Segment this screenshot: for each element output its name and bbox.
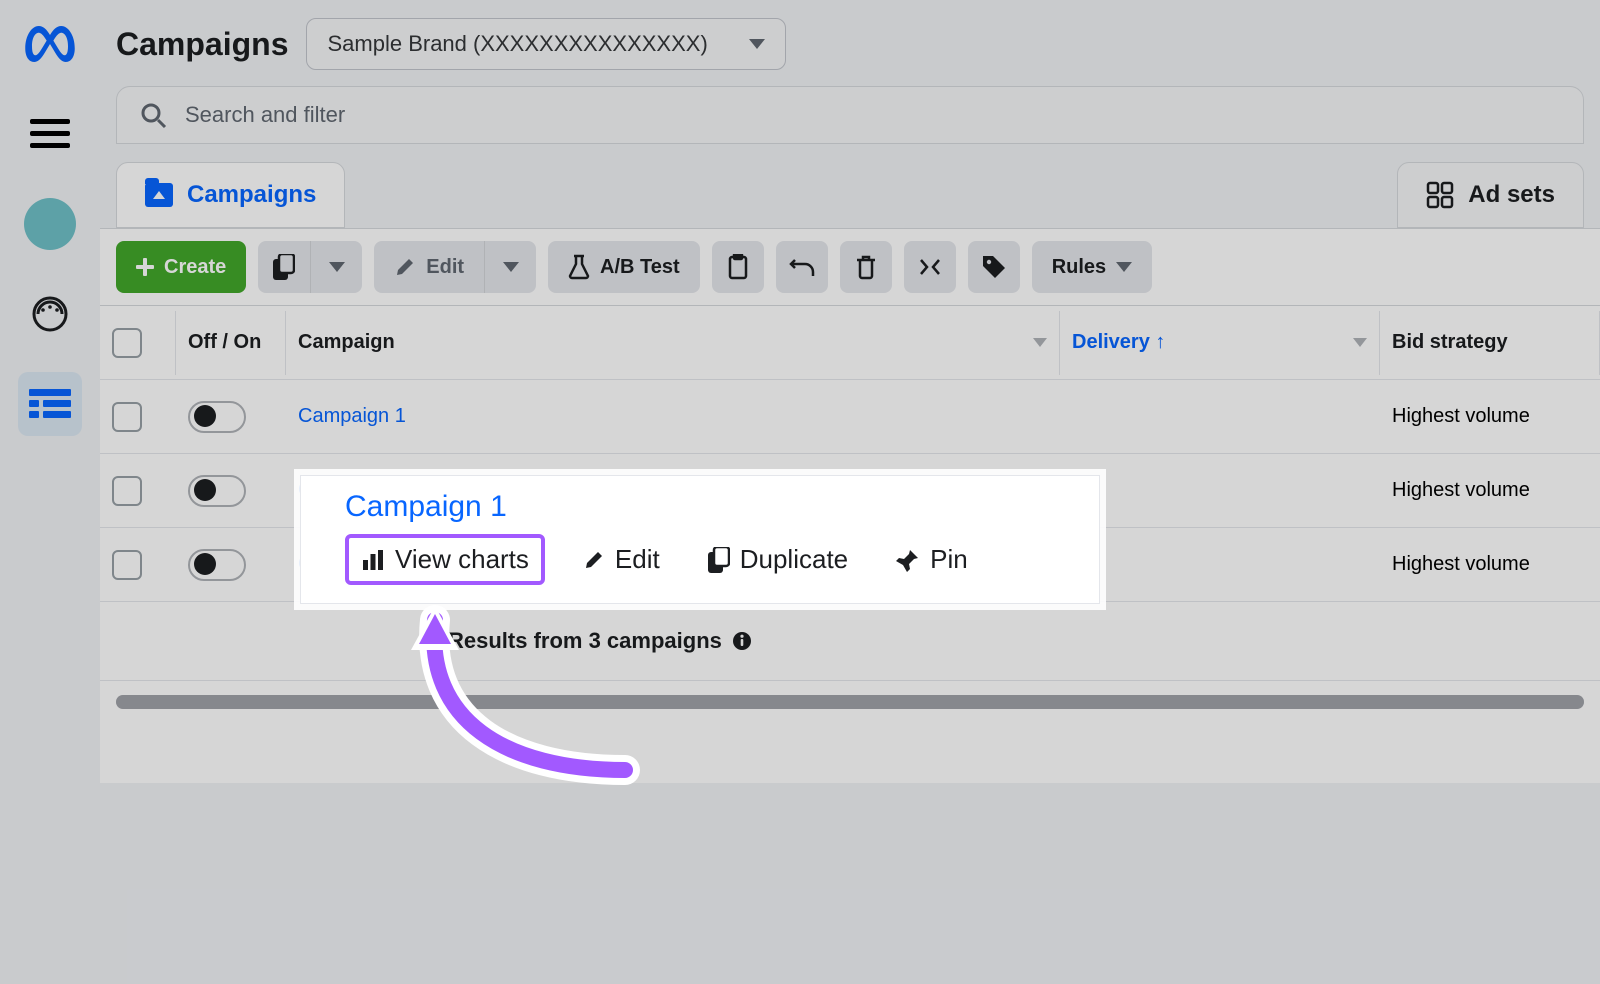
clipboard-icon: [728, 254, 748, 280]
ad-account-picker-label: Sample Brand (XXXXXXXXXXXXXXX): [327, 31, 707, 57]
search-icon: [139, 101, 167, 129]
rules-button-label: Rules: [1052, 256, 1106, 279]
abtest-button-label: A/B Test: [600, 256, 680, 279]
export-icon: [917, 256, 943, 278]
horizontal-scrollbar[interactable]: [116, 695, 1584, 709]
bar-chart-icon: [361, 548, 385, 572]
toggle[interactable]: [188, 549, 246, 581]
duplicate-action[interactable]: Duplicate: [698, 540, 858, 579]
edit-dropdown[interactable]: [484, 241, 536, 293]
col-bid-strategy[interactable]: Bid strategy: [1380, 311, 1600, 375]
toolbar: Create Edit A/B Test: [100, 228, 1600, 305]
bid-cell: Highest volume: [1380, 479, 1600, 502]
duplicate-button[interactable]: [258, 241, 310, 293]
tab-adsets-label: Ad sets: [1468, 181, 1555, 209]
grid-icon: [1426, 181, 1454, 209]
flask-icon: [568, 254, 590, 280]
row-checkbox[interactable]: [112, 550, 142, 580]
pencil-icon: [394, 256, 416, 278]
edit-button-label: Edit: [426, 256, 464, 279]
header-row: Campaigns Sample Brand (XXXXXXXXXXXXXXX): [100, 0, 1600, 76]
avatar[interactable]: [18, 192, 82, 256]
create-button[interactable]: Create: [116, 241, 246, 293]
ad-account-picker[interactable]: Sample Brand (XXXXXXXXXXXXXXX): [306, 18, 786, 70]
gauge-icon[interactable]: [18, 282, 82, 346]
page-title: Campaigns: [116, 26, 288, 63]
undo-icon: [789, 256, 815, 278]
left-rail: [0, 0, 100, 984]
tag-icon: [981, 254, 1007, 280]
tab-adsets[interactable]: Ad sets: [1397, 162, 1584, 228]
campaign-name-link[interactable]: Campaign 1: [298, 405, 406, 428]
summary-row: Results from 3 campaigns: [100, 602, 1600, 681]
col-off-on[interactable]: Off / On: [176, 311, 286, 375]
chevron-down-icon: [1116, 262, 1132, 272]
chevron-down-icon: [503, 262, 519, 272]
edit-button[interactable]: Edit: [374, 241, 484, 293]
pin-action[interactable]: Pin: [886, 540, 978, 579]
folder-icon: [145, 183, 173, 207]
tabs-row: Campaigns Ad sets: [100, 144, 1600, 228]
row-hover-actions: Campaign 1 View charts Edit Duplicate Pi…: [300, 475, 1100, 604]
create-button-label: Create: [164, 256, 226, 279]
ads-manager-table-icon[interactable]: [18, 372, 82, 436]
tab-campaigns[interactable]: Campaigns: [116, 162, 345, 228]
chevron-down-icon: [329, 262, 345, 272]
toggle[interactable]: [188, 475, 246, 507]
bid-cell: Highest volume: [1380, 405, 1600, 428]
toggle[interactable]: [188, 401, 246, 433]
trash-icon: [855, 254, 877, 280]
delete-button[interactable]: [840, 241, 892, 293]
col-delivery[interactable]: Delivery: [1060, 311, 1380, 375]
row-checkbox[interactable]: [112, 402, 142, 432]
duplicate-dropdown[interactable]: [310, 241, 362, 293]
pin-icon: [896, 548, 920, 572]
copy-icon: [708, 547, 730, 573]
table-header: Off / On Campaign Delivery Bid strategy: [100, 306, 1600, 380]
bid-cell: Highest volume: [1380, 553, 1600, 576]
table-row: Campaign 1 Highest volume: [100, 380, 1600, 454]
delivery-cell: Off: [1060, 479, 1380, 502]
undo-button[interactable]: [776, 241, 828, 293]
clipboard-button[interactable]: [712, 241, 764, 293]
copy-icon: [273, 254, 295, 280]
search-bar[interactable]: [116, 86, 1584, 144]
chevron-down-icon: [1353, 338, 1367, 347]
abtest-button[interactable]: A/B Test: [548, 241, 700, 293]
rules-button[interactable]: Rules: [1032, 241, 1152, 293]
select-all-checkbox[interactable]: [112, 328, 142, 358]
edit-action[interactable]: Edit: [573, 540, 670, 579]
tab-campaigns-label: Campaigns: [187, 181, 316, 209]
row-checkbox[interactable]: [112, 476, 142, 506]
delivery-cell: Off: [1060, 553, 1380, 576]
col-campaign[interactable]: Campaign: [286, 311, 1060, 375]
view-charts-button[interactable]: View charts: [345, 534, 545, 585]
chevron-down-icon: [749, 39, 765, 49]
search-input[interactable]: [185, 102, 1561, 128]
meta-logo-icon[interactable]: [18, 12, 82, 76]
export-button[interactable]: [904, 241, 956, 293]
highlight-campaign-name[interactable]: Campaign 1: [345, 490, 1075, 524]
hamburger-menu-icon[interactable]: [18, 102, 82, 166]
info-icon[interactable]: [732, 631, 752, 651]
chevron-down-icon: [1033, 338, 1047, 347]
tag-button[interactable]: [968, 241, 1020, 293]
pencil-icon: [583, 549, 605, 571]
